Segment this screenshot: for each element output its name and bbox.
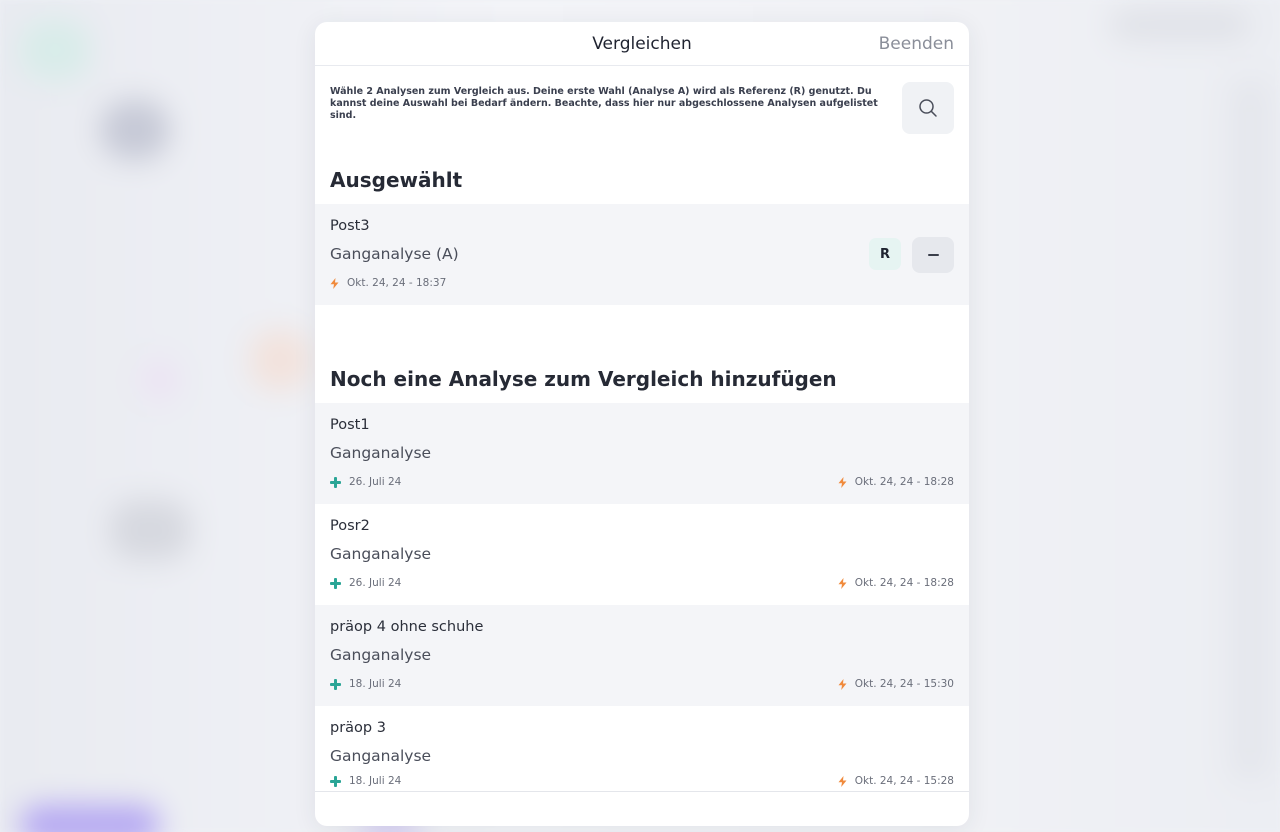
analyzed-date-text: Okt. 24, 24 - 15:28 — [854, 775, 954, 787]
bolt-icon — [838, 678, 847, 690]
analyzed-date-text: Okt. 24, 24 - 18:28 — [854, 476, 954, 488]
analysis-name: Post3 — [330, 218, 370, 234]
analyzed-date: Okt. 24, 24 - 15:28 — [838, 775, 954, 787]
search-button[interactable] — [902, 82, 954, 134]
background-blob — [140, 360, 180, 400]
analysis-meta: 18. Juli 24 Okt. 24, 24 - 15:28 — [330, 775, 954, 789]
done-button[interactable]: Beenden — [879, 34, 954, 54]
analysis-row[interactable]: präop 4 ohne schuhe Ganganalyse 18. Juli… — [315, 605, 969, 706]
list-divider — [315, 791, 969, 792]
analysis-type: Ganganalyse — [330, 747, 432, 765]
analysis-meta: 26. Juli 24 Okt. 24, 24 - 18:28 — [330, 577, 954, 591]
modal-title: Vergleichen — [592, 33, 692, 54]
plus-icon — [330, 775, 341, 787]
plus-icon — [330, 678, 341, 690]
analysis-type: Ganganalyse — [330, 444, 432, 462]
created-date: 26. Juli 24 — [330, 577, 401, 589]
background-blob — [1110, 10, 1250, 40]
analyzed-date-text: Okt. 24, 24 - 18:28 — [854, 577, 954, 589]
created-date: 18. Juli 24 — [330, 678, 401, 690]
plus-icon — [330, 577, 341, 589]
analysis-row[interactable]: Posr2 Ganganalyse 26. Juli 24 Okt. 24, 2… — [315, 504, 969, 605]
created-date: 18. Juli 24 — [330, 775, 401, 787]
analysis-date: Okt. 24, 24 - 18:37 — [330, 277, 446, 289]
bolt-icon — [838, 476, 847, 488]
intro-section: Wähle 2 Analysen zum Vergleich aus. Dein… — [315, 66, 969, 176]
plus-icon — [330, 476, 341, 488]
created-date-text: 18. Juli 24 — [349, 678, 402, 690]
analysis-name: präop 4 ohne schuhe — [330, 619, 484, 635]
search-icon — [919, 99, 937, 117]
modal-header: Vergleichen Beenden — [315, 22, 969, 66]
bolt-icon — [838, 577, 847, 589]
created-date-text: 26. Juli 24 — [349, 476, 402, 488]
background-blob — [110, 500, 190, 560]
created-date: 26. Juli 24 — [330, 476, 401, 488]
background-button — [20, 805, 160, 832]
bolt-icon — [330, 277, 339, 289]
background-avatar — [100, 100, 170, 160]
analysis-row[interactable]: Post1 Ganganalyse 26. Juli 24 Okt. 24, 2… — [315, 403, 969, 504]
analyzed-date: Okt. 24, 24 - 15:30 — [838, 678, 954, 690]
compare-modal: Vergleichen Beenden Wähle 2 Analysen zum… — [315, 22, 969, 826]
analyzed-date: Okt. 24, 24 - 18:28 — [838, 476, 954, 488]
created-date-text: 26. Juli 24 — [349, 577, 402, 589]
created-date-text: 18. Juli 24 — [349, 775, 402, 787]
intro-text: Wähle 2 Analysen zum Vergleich aus. Dein… — [330, 86, 878, 121]
analysis-name: Posr2 — [330, 518, 370, 534]
analysis-meta: 18. Juli 24 Okt. 24, 24 - 15:30 — [330, 678, 954, 692]
analysis-meta: 26. Juli 24 Okt. 24, 24 - 18:28 — [330, 476, 954, 490]
selected-section-title: Ausgewählt — [330, 168, 463, 192]
analysis-name: Post1 — [330, 417, 370, 433]
analyzed-date: Okt. 24, 24 - 18:28 — [838, 577, 954, 589]
reference-badge: R — [869, 238, 901, 270]
background-blob — [20, 20, 90, 80]
minus-icon — [927, 254, 939, 256]
background-blob — [250, 330, 310, 390]
analysis-type: Ganganalyse — [330, 646, 432, 664]
selected-analysis-row: Post3 Ganganalyse (A) Okt. 24, 24 - 18:3… — [315, 204, 969, 305]
analysis-row[interactable]: präop 3 Ganganalyse 18. Juli 24 Okt. 24,… — [315, 706, 969, 791]
analysis-type: Ganganalyse (A) — [330, 245, 459, 263]
analysis-type: Ganganalyse — [330, 545, 432, 563]
analysis-meta: Okt. 24, 24 - 18:37 — [330, 277, 954, 291]
background-panel — [1230, 80, 1270, 780]
analysis-name: präop 3 — [330, 720, 386, 736]
analysis-date-text: Okt. 24, 24 - 18:37 — [347, 277, 447, 289]
remove-button[interactable] — [912, 237, 954, 273]
add-section-title: Noch eine Analyse zum Vergleich hinzufüg… — [330, 367, 837, 391]
bolt-icon — [838, 775, 847, 787]
analyzed-date-text: Okt. 24, 24 - 15:30 — [854, 678, 954, 690]
